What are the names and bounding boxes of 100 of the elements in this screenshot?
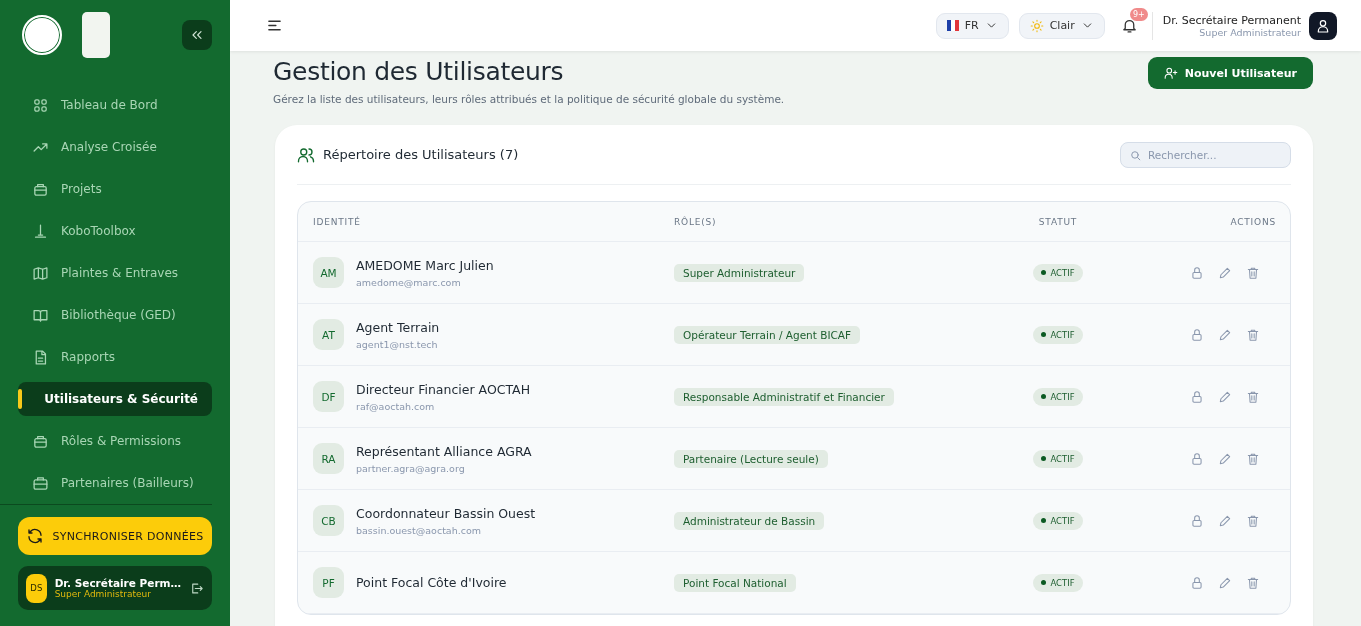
nav-item[interactable]: Tableau de Bord xyxy=(18,88,212,122)
lock-icon xyxy=(1190,575,1204,590)
user-role: Super Administrateur xyxy=(54,589,152,599)
status-badge: ACTIF xyxy=(1033,511,1083,530)
user-avatar: AT xyxy=(313,319,344,350)
lock-button[interactable] xyxy=(1190,389,1204,404)
lock-icon xyxy=(1190,327,1204,342)
role-tag: Point Focal National xyxy=(674,573,796,592)
theme-selector[interactable]: Clair xyxy=(1018,12,1105,39)
edit-button[interactable] xyxy=(1218,265,1232,280)
nav-item[interactable]: Utilisateurs & Sécurité xyxy=(18,382,212,416)
user-name: Coordonnateur Bassin Ouest xyxy=(356,505,536,521)
new-user-button[interactable]: Nouvel Utilisateur xyxy=(1147,57,1313,89)
edit-button[interactable] xyxy=(1218,389,1232,404)
page-subtitle: Gérez la liste des utilisateurs, leurs rôles attribués et la politique de sécurité globale du système. xyxy=(273,93,785,105)
lock-icon xyxy=(1190,513,1204,528)
edit-button[interactable] xyxy=(1218,575,1232,590)
user-email: raf@aoctah.com xyxy=(356,400,436,412)
sync-button[interactable]: SYNCHRONISER DONNÉES xyxy=(18,517,212,555)
trash-icon xyxy=(1246,265,1260,280)
role-tag: Partenaire (Lecture seule) xyxy=(674,449,828,468)
pencil-icon xyxy=(1218,327,1232,342)
delete-button[interactable] xyxy=(1246,575,1260,590)
header-user-role: Super Administrateur xyxy=(1198,26,1301,38)
bell-icon xyxy=(1120,17,1138,34)
notification-count: 9+ xyxy=(1129,8,1148,21)
user-avatar: DF xyxy=(313,381,344,412)
role-tag: Responsable Administratif et Financier xyxy=(674,387,894,406)
user-name: Point Focal Côte d'Ivoire xyxy=(356,575,507,590)
sync-icon xyxy=(26,527,45,545)
user-name: Dr. Secrétaire Perm… xyxy=(54,577,181,589)
status-badge: ACTIF xyxy=(1033,263,1083,282)
nav-item[interactable]: Analyse Croisée xyxy=(18,130,212,164)
delete-button[interactable] xyxy=(1246,265,1260,280)
nav-item[interactable]: KoboToolbox xyxy=(18,214,212,248)
status-badge: ACTIF xyxy=(1033,387,1083,406)
edit-button[interactable] xyxy=(1218,327,1232,342)
lock-button[interactable] xyxy=(1190,265,1204,280)
trash-icon xyxy=(1246,575,1260,590)
user-email: agent1@nst.tech xyxy=(356,338,439,350)
column-header: ACTIONS xyxy=(1229,216,1276,227)
lock-button[interactable] xyxy=(1190,451,1204,466)
users-icon xyxy=(297,145,315,164)
pencil-icon xyxy=(1218,575,1232,590)
map-icon xyxy=(32,264,49,282)
profile-button[interactable] xyxy=(1309,11,1337,40)
user-avatar: PF xyxy=(313,567,344,598)
trash-icon xyxy=(1246,513,1260,528)
user-email: bassin.ouest@aoctah.com xyxy=(356,524,483,536)
column-header: IDENTITÉ xyxy=(313,216,362,227)
search-field[interactable]: Rechercher... xyxy=(1120,141,1291,168)
status-badge: ACTIF xyxy=(1033,325,1083,344)
user-name: Directeur Financier AOCTAH xyxy=(356,381,531,397)
pencil-icon xyxy=(1218,513,1232,528)
nav-item[interactable]: Rôles & Permissions xyxy=(18,424,212,458)
grid-icon xyxy=(32,96,49,114)
case-icon xyxy=(32,474,49,492)
column-header: STATUT xyxy=(1037,216,1079,227)
nav-item[interactable]: Partenaires (Bailleurs) xyxy=(18,466,212,500)
sun-icon xyxy=(1029,18,1044,33)
directory-title: Répertoire des Utilisateurs (7) xyxy=(323,147,519,162)
edit-button[interactable] xyxy=(1218,513,1232,528)
lock-button[interactable] xyxy=(1190,327,1204,342)
collapse-button[interactable] xyxy=(182,20,212,50)
flag-icon xyxy=(946,20,959,31)
edit-button[interactable] xyxy=(1218,451,1232,466)
trash-icon xyxy=(1246,327,1260,342)
nav-item[interactable]: Bibliothèque (GED) xyxy=(18,298,212,332)
user-email: amedome@marc.com xyxy=(356,276,462,288)
lock-button[interactable] xyxy=(1190,575,1204,590)
lock-icon xyxy=(1190,451,1204,466)
column-header: RÔLE(S) xyxy=(674,216,718,227)
nav-item[interactable]: Rapports xyxy=(18,340,212,374)
lock-button[interactable] xyxy=(1190,513,1204,528)
user-name: Agent Terrain xyxy=(356,319,440,335)
pencil-icon xyxy=(1218,389,1232,404)
page-title: Gestion des Utilisateurs xyxy=(273,57,565,86)
pencil-icon xyxy=(1218,451,1232,466)
nav-item[interactable]: Projets xyxy=(18,172,212,206)
logout-icon xyxy=(189,580,204,596)
user-avatar: DS xyxy=(26,573,47,603)
delete-button[interactable] xyxy=(1246,389,1260,404)
user-avatar: AM xyxy=(313,257,344,288)
role-tag: Super Administrateur xyxy=(674,263,805,282)
status-badge: ACTIF xyxy=(1033,573,1083,592)
trash-icon xyxy=(1246,451,1260,466)
trash-icon xyxy=(1246,389,1260,404)
status-badge: ACTIF xyxy=(1033,449,1083,468)
notifications-button[interactable] xyxy=(1120,17,1138,34)
nav-item[interactable]: Plaintes & Entraves xyxy=(18,256,212,290)
user-avatar: RA xyxy=(313,443,344,474)
person-icon xyxy=(1315,17,1331,34)
language-selector[interactable]: FR xyxy=(935,12,1009,39)
lock-icon xyxy=(1190,389,1204,404)
delete-button[interactable] xyxy=(1246,327,1260,342)
user-name: AMEDOME Marc Julien xyxy=(356,257,494,273)
role-tag: Opérateur Terrain / Agent BICAF xyxy=(674,325,861,344)
delete-button[interactable] xyxy=(1246,513,1260,528)
role-tag: Administrateur de Bassin xyxy=(674,511,825,530)
delete-button[interactable] xyxy=(1246,451,1260,466)
